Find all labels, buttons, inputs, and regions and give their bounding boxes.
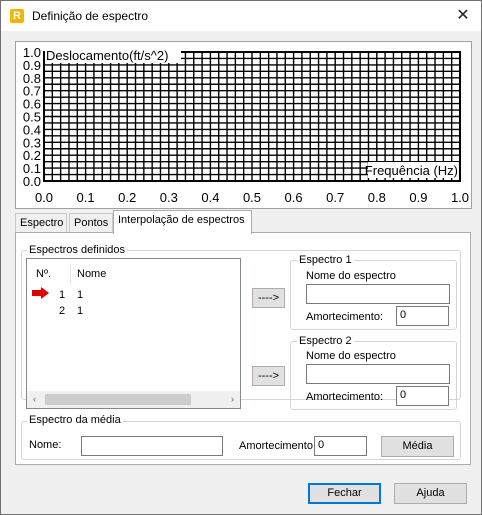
chart-canvas: 0.00.10.20.30.40.50.60.70.80.91.00.0 0.1 0… bbox=[15, 41, 472, 209]
row-2-name[interactable]: 1 bbox=[77, 305, 83, 317]
defined-spectra-label: Espectros definidos bbox=[27, 244, 127, 256]
x-tick-label: 0.5 bbox=[243, 190, 261, 205]
assign-spectrum-2-button[interactable]: ----> bbox=[252, 366, 285, 386]
x-tick-label: 0.9 bbox=[409, 190, 427, 205]
x-tick-label: 0.2 bbox=[118, 190, 136, 205]
y-tick-label: 0.7 bbox=[23, 84, 41, 99]
average-damping-field[interactable]: 0 bbox=[314, 436, 367, 456]
tab-interpolacao[interactable]: Interpolação de espectros bbox=[113, 210, 252, 234]
x-tick-label: 0.1 bbox=[77, 190, 95, 205]
spectrum-2-name-label: Nome do espectro bbox=[306, 350, 396, 362]
y-tick-label: 0.4 bbox=[23, 122, 41, 137]
column-header-number[interactable]: Nº. bbox=[36, 268, 51, 280]
y-tick-label: 1.0 bbox=[23, 45, 41, 60]
y-tick-label: 0.1 bbox=[23, 161, 41, 176]
spectrum-chart: 0.0 0.1 0.2 0.3 0.4 0.5 0.6 0.7 0.8 0.9 1.0 0.0 0.1 0… bbox=[15, 41, 472, 209]
horizontal-scrollbar[interactable]: ‹ › bbox=[27, 391, 240, 408]
spectrum-2-name-field[interactable] bbox=[306, 364, 450, 384]
spectrum-1-name-label: Nome do espectro bbox=[306, 270, 396, 282]
scroll-right-icon[interactable]: › bbox=[231, 394, 234, 404]
average-damping-label: Amortecimento bbox=[239, 440, 313, 452]
row-2-number[interactable]: 2 bbox=[59, 305, 65, 317]
spectrum-1-damping-label: Amortecimento: bbox=[306, 311, 384, 323]
spectrum-1-label: Espectro 1 bbox=[297, 254, 354, 266]
y-tick-label: 0.3 bbox=[23, 135, 41, 150]
defined-spectra-list[interactable]: Nº. Nome 1 1 2 1 ‹ › bbox=[26, 258, 241, 409]
y-tick-label: 0.2 bbox=[23, 148, 41, 163]
y-axis-label: Deslocamento(ft/s^2) bbox=[46, 48, 168, 63]
tab-espectro[interactable]: Espectro bbox=[15, 213, 67, 233]
average-spectrum-label: Espectro da média bbox=[27, 414, 123, 426]
y-tick-label: 0.6 bbox=[23, 97, 41, 112]
spectrum-definition-dialog: R Definição de espectro ✕ 0.0 0.1 0.2 0.3 0.… bbox=[0, 0, 482, 515]
close-icon[interactable]: ✕ bbox=[453, 6, 473, 26]
x-tick-label: 0.0 bbox=[35, 190, 53, 205]
spectrum-2-damping-label: Amortecimento: bbox=[306, 391, 384, 403]
x-tick-label: 0.3 bbox=[160, 190, 178, 205]
title-bar: R Definição de espectro ✕ bbox=[1, 1, 481, 31]
tab-pontos[interactable]: Pontos bbox=[69, 213, 113, 233]
x-tick-label: 0.8 bbox=[368, 190, 386, 205]
column-divider bbox=[70, 263, 71, 285]
spectrum-2-damping-field[interactable]: 0 bbox=[396, 386, 449, 406]
x-tick-label: 1.0 bbox=[451, 190, 469, 205]
app-logo-icon: R bbox=[10, 9, 24, 23]
scroll-left-icon[interactable]: ‹ bbox=[33, 394, 36, 404]
spectrum-2-label: Espectro 2 bbox=[297, 335, 354, 347]
y-tick-label: 0.0 bbox=[23, 174, 41, 189]
y-tick-label: 0.8 bbox=[23, 71, 41, 86]
selected-row-arrow-icon bbox=[32, 287, 49, 299]
window-title: Definição de espectro bbox=[32, 9, 149, 23]
y-tick-label: 0.5 bbox=[23, 110, 41, 125]
x-tick-label: 0.4 bbox=[201, 190, 219, 205]
spectrum-1-damping-field[interactable]: 0 bbox=[396, 306, 449, 326]
help-button[interactable]: Ajuda bbox=[394, 483, 467, 504]
average-name-field[interactable] bbox=[81, 436, 223, 456]
y-tick-label: 0.9 bbox=[23, 58, 41, 73]
scrollbar-thumb[interactable] bbox=[45, 394, 191, 405]
average-button[interactable]: Média bbox=[381, 436, 454, 457]
row-1-name[interactable]: 1 bbox=[77, 289, 83, 301]
row-1-number[interactable]: 1 bbox=[59, 289, 65, 301]
spectrum-1-name-field[interactable] bbox=[306, 284, 450, 304]
close-button[interactable]: Fechar bbox=[308, 483, 381, 504]
assign-spectrum-1-button[interactable]: ----> bbox=[252, 288, 285, 308]
x-tick-label: 0.6 bbox=[285, 190, 303, 205]
x-tick-label: 0.7 bbox=[326, 190, 344, 205]
average-name-label: Nome: bbox=[29, 439, 62, 451]
x-axis-label: Frequência (Hz) bbox=[365, 163, 458, 178]
column-header-name[interactable]: Nome bbox=[77, 268, 106, 280]
